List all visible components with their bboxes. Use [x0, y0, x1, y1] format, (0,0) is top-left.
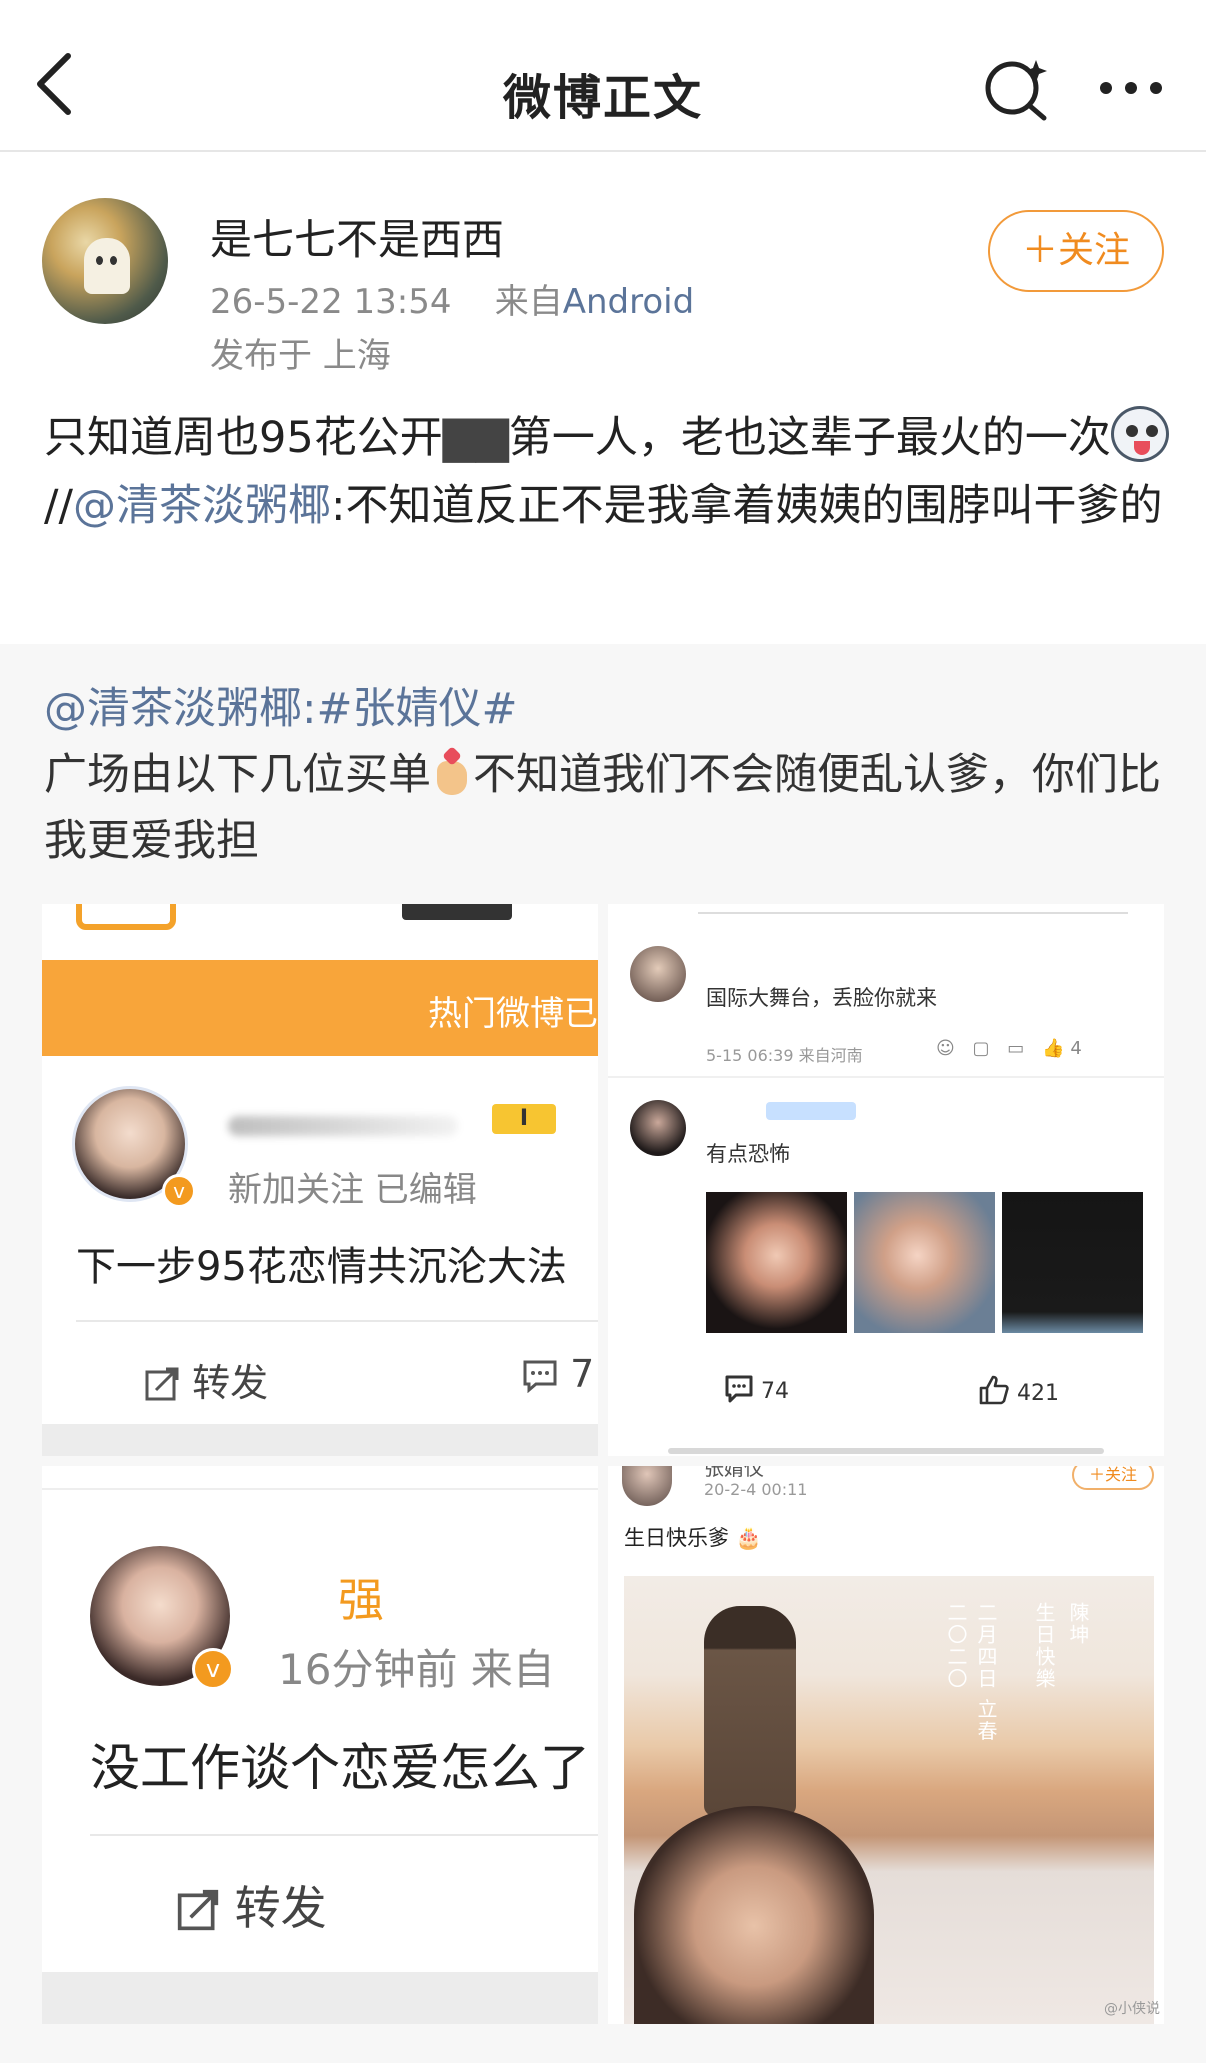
cropped-label: [402, 904, 512, 920]
poster-text: 生日快樂: [1032, 1602, 1056, 1690]
poster-text: 二〇二〇: [944, 1602, 968, 1690]
post-meta: 26-5-22 13:54 来自Android: [210, 274, 694, 323]
username: 强: [338, 1573, 384, 1627]
topic-link[interactable]: :#张婧仪#: [302, 684, 518, 734]
post-time: 26-5-22 13:54: [210, 282, 452, 322]
source-prefix: 来自: [494, 282, 563, 322]
comment-icon: [523, 1360, 557, 1394]
watermark: @小侠说: [1104, 2001, 1160, 2017]
level-badge: I: [492, 1104, 556, 1134]
forward-label: 转发: [192, 1361, 269, 1405]
mention-link[interactable]: @清茶淡粥椰: [73, 481, 331, 531]
retweet-mention[interactable]: @清茶淡粥椰: [44, 684, 302, 734]
post-text: 只知道周也95花公开▇▇第一人，老也这辈子最火的一次 //@清茶淡粥椰:不知道反正…: [44, 404, 1174, 540]
cropped-badge: [76, 904, 176, 930]
username: 张婧仪: [704, 1466, 764, 1480]
forward-icon: [145, 1367, 179, 1401]
follow-button: ＋关注: [1072, 1466, 1154, 1490]
post-text-part: 只知道周也95花公开: [44, 413, 443, 463]
comments-action: 74: [724, 1374, 789, 1404]
poster-text: 陳坤: [1066, 1602, 1090, 1646]
screenshot-post-text: 生日快乐爹 🎂: [624, 1522, 762, 1552]
forward-action: 转发: [176, 1872, 327, 1938]
person-portrait: [634, 1806, 874, 2024]
blurred-username: [228, 1116, 458, 1136]
comment-icon: [725, 1375, 753, 1403]
comment-text: 国际大舞台，丢脸你就来: [706, 986, 937, 1010]
retweet-text-part: 广场由以下几位买单: [44, 750, 431, 800]
tile-footer: [42, 1972, 598, 2024]
forward-label: 转发: [234, 1881, 327, 1935]
retweet-text: @清茶淡粥椰:#张婧仪# 广场由以下几位买单 不知道我们不会随便乱认爹，你们比我更…: [44, 676, 1174, 874]
screenshot-post-text: 下一步95花恋情共沉沦大法: [76, 1244, 567, 1290]
post-location: 发布于 上海: [210, 336, 391, 376]
comment-like-count: 4: [1070, 1038, 1088, 1059]
user-avatar: [622, 1466, 672, 1506]
person-silhouette: [704, 1606, 796, 1816]
comment-avatar: [630, 1100, 686, 1156]
post-source[interactable]: Android: [563, 282, 694, 322]
birthday-text: 生日快乐爹: [624, 1526, 729, 1550]
likes-count: 421: [1017, 1381, 1059, 1406]
forward-action: 转发: [144, 1352, 268, 1407]
image-tile-2[interactable]: 国际大舞台，丢脸你就来 5-15 06:39 来自河南 ☺ ▢ ▭ 👍4 有点恐…: [608, 904, 1164, 1456]
author-avatar[interactable]: [42, 198, 168, 324]
screenshot-post-text: 没工作谈个恋爱怎么了: [90, 1739, 590, 1797]
more-icon[interactable]: [1096, 68, 1166, 108]
verified-badge-icon: v: [162, 1174, 196, 1208]
comment-count: 7: [570, 1352, 595, 1396]
image-scroll-indicator: [668, 1448, 1104, 1454]
search-icon[interactable]: [982, 56, 1052, 122]
post-text-part: :不知道反正不是我拿着姨姨的围脖叫干爹的: [330, 481, 1163, 531]
comment-photo: [1002, 1192, 1143, 1333]
comment-text: 有点恐怖: [706, 1142, 790, 1166]
heart-hand-emoji-icon: [431, 747, 473, 797]
nav-bar: 微博正文: [0, 0, 1206, 152]
divider: [90, 1834, 598, 1836]
comment-action: 7: [522, 1352, 594, 1396]
cake-emoji-icon: 🎂: [735, 1526, 762, 1550]
repost-separator: //: [44, 481, 73, 531]
author-name[interactable]: 是七七不是西西: [210, 206, 504, 267]
image-tile-3[interactable]: v 强 16分钟前 来自 没工作谈个恋爱怎么了 转发: [42, 1466, 598, 2024]
image-tile-4[interactable]: 张婧仪 20-2-4 00:11 ＋关注 生日快乐爹 🎂 陳坤 生日快樂 二月四…: [608, 1466, 1164, 2024]
poster-text: 二月四日 立春: [974, 1602, 998, 1743]
likes-action: 421: [978, 1374, 1059, 1406]
comment-avatar: [630, 946, 686, 1002]
comment-photo: [706, 1192, 847, 1333]
forward-icon: [177, 1889, 219, 1931]
divider: [42, 1488, 598, 1490]
hot-weibo-text: 热门微博已: [428, 994, 598, 1034]
birthday-photo: 陳坤 生日快樂 二月四日 立春 二〇二〇: [624, 1576, 1154, 2024]
comment-photo: [854, 1192, 995, 1333]
divider: [608, 1076, 1164, 1078]
divider: [76, 1320, 598, 1322]
image-tile-1[interactable]: 热门微博已 v I 新加关注 已编辑 下一步95花恋情共沉沦大法 转发 7: [42, 904, 598, 1456]
cropped-row: [698, 904, 1128, 914]
thumbs-up-icon: [979, 1375, 1009, 1405]
comment-meta: 5-15 06:39 来自河南: [706, 1046, 863, 1065]
post-meta: 16分钟前 来自: [278, 1645, 555, 1694]
tile-footer: [42, 1424, 598, 1456]
follow-button[interactable]: ＋关注: [988, 210, 1164, 292]
masked-text: ▇▇: [442, 413, 509, 463]
post-meta: 新加关注 已编辑: [228, 1170, 477, 1210]
comment-actions: ☺ ▢ ▭ 👍4: [936, 1038, 1088, 1059]
fan-badge: [766, 1102, 856, 1120]
verified-badge-icon: v: [192, 1648, 234, 1690]
comments-count: 74: [761, 1379, 789, 1404]
hot-weibo-bar: 热门微博已: [42, 960, 598, 1056]
post-text-part: 第一人，老也这辈子最火的一次: [508, 413, 1111, 463]
post-date: 20-2-4 00:11: [704, 1480, 808, 1499]
dog-emoji-icon: [1110, 406, 1169, 462]
